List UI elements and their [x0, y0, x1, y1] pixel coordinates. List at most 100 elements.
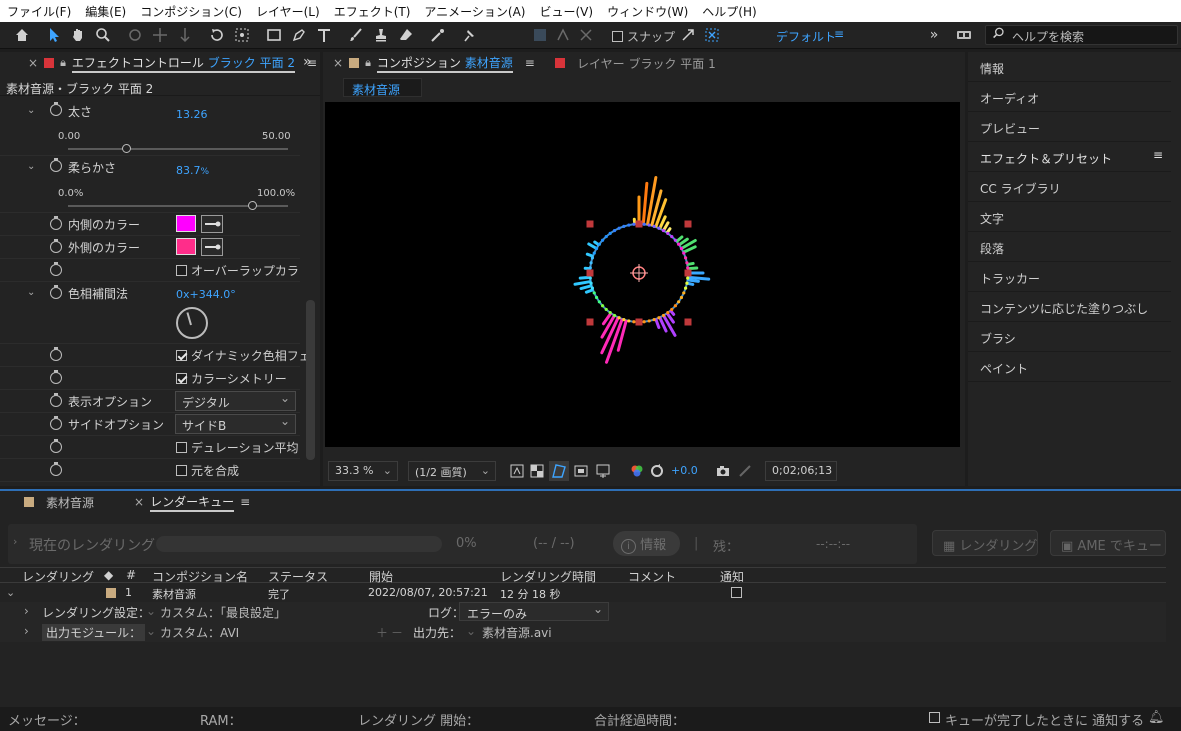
output-module-dropdown-icon[interactable]: ⌄ — [146, 624, 156, 638]
menu-layer[interactable]: レイヤー(L) — [249, 3, 327, 20]
layer-handle[interactable] — [586, 318, 594, 326]
render-settings-value[interactable]: カスタム：「最良設定」 — [160, 604, 286, 621]
grid-guides-icon[interactable] — [593, 461, 613, 481]
composite-checkbox-row[interactable]: 元を合成 — [176, 462, 239, 479]
chevron-down-icon[interactable]: ⌄ — [27, 287, 35, 298]
pan-camera-icon[interactable] — [150, 25, 170, 45]
panel-tracker[interactable]: トラッカー — [968, 262, 1171, 292]
color-symmetry-checkbox-row[interactable]: カラーシメトリー — [176, 370, 287, 387]
panel-paint[interactable]: ペイント — [968, 352, 1171, 382]
mask-visibility-icon[interactable] — [549, 461, 569, 481]
lock-icon[interactable]: 🔒︎ — [60, 56, 66, 70]
col-comment[interactable]: コメント — [628, 568, 676, 585]
stopwatch-icon[interactable] — [50, 370, 62, 384]
col-render-time[interactable]: レンダリング時間 — [500, 568, 596, 585]
menu-help[interactable]: ヘルプ(H) — [695, 3, 763, 20]
menu-window[interactable]: ウィンドウ(W) — [600, 3, 695, 20]
lock-icon[interactable]: 🔒︎ — [365, 56, 371, 70]
color-symmetry-checkbox[interactable] — [176, 373, 187, 384]
snap-features-icon[interactable] — [702, 25, 722, 45]
panel-menu-icon[interactable]: ≡ — [1153, 148, 1163, 162]
layer-handle[interactable] — [635, 318, 643, 326]
eyedropper-icon[interactable] — [201, 238, 223, 256]
label-tag-icon[interactable]: ◆ — [104, 568, 113, 582]
panel-menu-icon[interactable]: ≡ — [525, 56, 535, 70]
menu-composition[interactable]: コンポジション(C) — [133, 3, 249, 20]
color-channels-icon[interactable] — [627, 461, 647, 481]
stopwatch-icon[interactable] — [50, 216, 62, 230]
roto-brush-icon[interactable] — [428, 25, 448, 45]
eyedropper-icon[interactable] — [201, 215, 223, 233]
panel-brushes[interactable]: ブラシ — [968, 322, 1171, 352]
hand-tool-icon[interactable] — [68, 25, 88, 45]
dolly-camera-icon[interactable] — [175, 25, 195, 45]
panel-cc-libraries[interactable]: CC ライブラリ — [968, 172, 1171, 202]
item-label-color[interactable] — [106, 588, 116, 598]
thickness-slider-knob[interactable] — [122, 144, 132, 153]
duration-avg-checkbox-row[interactable]: デュレーション平均 — [176, 439, 299, 456]
prop-thickness-value[interactable]: 13.26 — [176, 108, 208, 121]
help-search-input[interactable]: ヘルプを検索 — [985, 25, 1178, 45]
selection-tool-icon[interactable] — [44, 25, 64, 45]
layer-handle[interactable] — [586, 269, 594, 277]
prop-hue-interp-value[interactable]: 0x+344.0° — [176, 288, 236, 301]
expand-panel-icon[interactable]: » — [303, 54, 312, 70]
col-number[interactable]: # — [126, 568, 136, 582]
inner-color-swatch[interactable] — [176, 215, 196, 232]
render-queue-item[interactable]: ⌄ 1 素材音源 完了 2022/08/07, 20:57:21 12 分 18… — [0, 584, 1166, 602]
tab-layer[interactable]: レイヤー ブラック 平面 1 — [555, 52, 716, 74]
zoom-tool-icon[interactable] — [93, 25, 113, 45]
snapshot-icon[interactable] — [713, 461, 733, 481]
zoom-select[interactable]: 33.3 % ⌄ — [328, 461, 398, 481]
tab-render-queue[interactable]: × レンダーキュー ≡ — [134, 491, 250, 513]
sync-settings-icon[interactable] — [954, 25, 974, 45]
log-select[interactable]: エラーのみ ⌄ — [459, 602, 609, 621]
timecode-display[interactable]: 0;02;06;13 — [765, 461, 837, 481]
render-settings-label[interactable]: レンダリング設定： — [42, 604, 150, 621]
tab-effect-controls[interactable]: × 🔒︎ エフェクトコントロール ブラック 平面 2 ≡ — [28, 52, 317, 74]
panel-info[interactable]: 情報 — [968, 52, 1171, 82]
stopwatch-icon[interactable] — [50, 393, 62, 407]
brush-tool-icon[interactable] — [346, 25, 366, 45]
close-icon[interactable]: × — [28, 56, 38, 70]
prop-softness-value[interactable]: 83.7% — [176, 164, 209, 177]
col-status[interactable]: ステータス — [268, 568, 328, 585]
notify-checkbox[interactable] — [929, 712, 940, 723]
stopwatch-icon[interactable] — [50, 262, 62, 276]
menu-file[interactable]: ファイル(F) — [0, 3, 78, 20]
display-option-select[interactable]: デジタル — [175, 391, 296, 411]
orbit-camera-icon[interactable] — [125, 25, 145, 45]
workspace-menu-icon[interactable]: ≡ — [834, 27, 844, 41]
anchor-tool-icon[interactable] — [232, 25, 252, 45]
outer-color-swatch[interactable] — [176, 238, 196, 255]
view-axis-icon[interactable] — [576, 25, 596, 45]
panel-character[interactable]: 文字 — [968, 202, 1171, 232]
menu-animation[interactable]: アニメーション(A) — [417, 3, 532, 20]
col-start[interactable]: 開始 — [369, 568, 393, 585]
remove-output-module-icon[interactable]: － — [391, 624, 403, 641]
layer-handle[interactable] — [684, 318, 692, 326]
more-workspaces-icon[interactable]: » — [924, 25, 944, 45]
output-module-label[interactable]: 出力モジュール： — [42, 624, 146, 641]
reset-exposure-icon[interactable] — [647, 461, 667, 481]
overlap-color-checkbox[interactable] — [176, 265, 187, 276]
menu-edit[interactable]: 編集(E) — [78, 3, 133, 20]
angle-dial[interactable] — [176, 307, 208, 339]
chevron-right-icon[interactable]: › — [13, 535, 17, 548]
dynamic-hue-checkbox[interactable] — [176, 350, 187, 361]
exposure-value[interactable]: +0.0 — [671, 464, 698, 477]
output-to-dropdown-icon[interactable]: ⌄ — [466, 624, 476, 638]
chevron-down-icon[interactable]: ⌄ — [6, 586, 15, 599]
snap-extend-icon[interactable] — [678, 25, 698, 45]
panel-effects-presets[interactable]: エフェクト＆プリセット ≡ — [968, 142, 1171, 172]
render-settings-dropdown-icon[interactable]: ⌄ — [146, 604, 156, 618]
fast-preview-icon[interactable] — [507, 461, 527, 481]
side-option-select[interactable]: サイドB — [175, 414, 296, 434]
chevron-down-icon[interactable]: ⌄ — [27, 105, 35, 116]
duration-avg-checkbox[interactable] — [176, 442, 187, 453]
panel-audio[interactable]: オーディオ — [968, 82, 1171, 112]
chevron-down-icon[interactable]: ⌄ — [27, 161, 35, 172]
col-notify[interactable]: 通知 — [720, 568, 744, 585]
thickness-slider-track[interactable] — [68, 148, 288, 150]
snap-toggle[interactable]: スナップ — [612, 28, 675, 45]
